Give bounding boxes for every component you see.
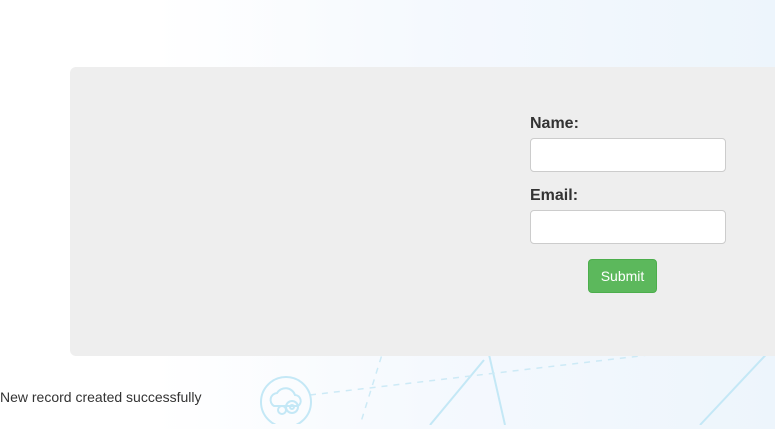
- status-message: New record created successfully: [0, 389, 202, 405]
- email-label: Email:: [530, 187, 579, 204]
- submit-button[interactable]: Submit: [588, 259, 657, 293]
- name-label: Name:: [530, 115, 579, 132]
- cloud-gears-icon: [258, 376, 314, 428]
- email-input[interactable]: [530, 210, 726, 244]
- record-form: Name: Email:: [530, 114, 726, 244]
- name-input[interactable]: [530, 138, 726, 172]
